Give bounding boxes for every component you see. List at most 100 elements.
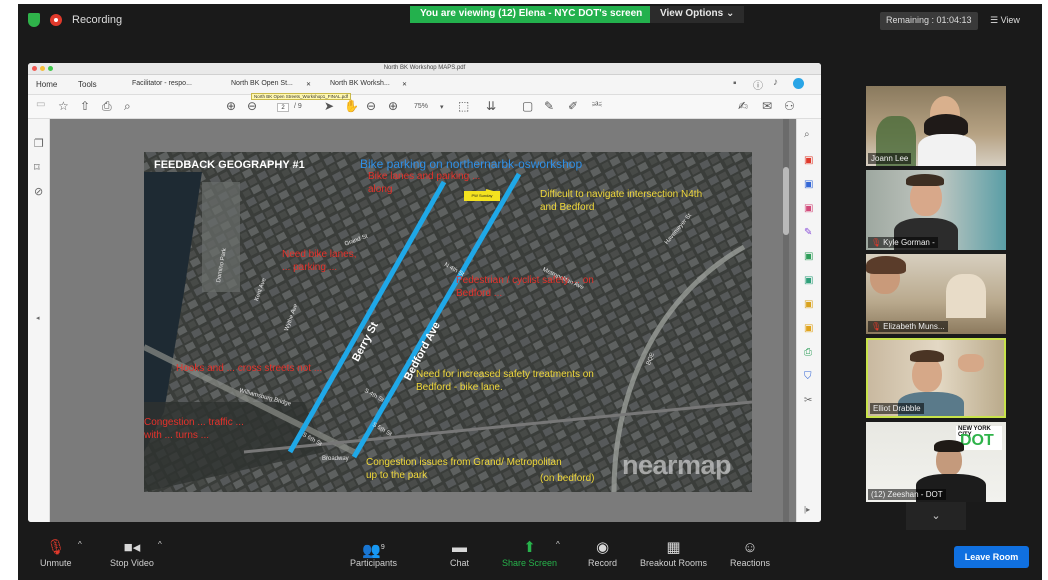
close-icon[interactable] [32, 66, 37, 71]
bottom-toolbar: 🎙 Unmute ^ ■◂ Stop Video ^ 👥9 Participan… [18, 532, 1042, 580]
breakout-rooms-button[interactable]: ▦ Breakout Rooms [640, 538, 707, 568]
highlight-pen-icon[interactable]: ✎ [544, 99, 554, 113]
recording-indicator[interactable]: Recording [28, 13, 122, 27]
participant-tile[interactable]: 🎙 Kyle Gorman - [866, 170, 1006, 250]
print-icon[interactable]: ⎙ [102, 99, 112, 114]
pdf-right-rail: ⌕ ▣ ▣ ▣ ✎ ▣ ▣ ▣ ▣ ⎙ ⛉ ✂ |▸ [796, 119, 821, 522]
comment-tool-icon[interactable]: ▣ [804, 179, 813, 190]
participant-name: Elliot Drabble [870, 403, 924, 414]
bell-icon[interactable]: ♪ [773, 77, 778, 88]
unmute-button[interactable]: 🎙 Unmute [40, 538, 72, 568]
participants-button[interactable]: 👥9 Participants [350, 538, 397, 568]
tab-north-bk-open-streets[interactable]: North BK Open St... [231, 80, 293, 87]
record-button[interactable]: ◉ Record [588, 538, 617, 568]
bookmark-icon[interactable]: ⌑ [34, 161, 40, 174]
create-pdf-icon[interactable]: ▣ [804, 155, 813, 166]
participant-tile-active-speaker[interactable]: Elliot Drabble [866, 338, 1006, 418]
muted-mic-icon: 🎙 [46, 539, 66, 556]
pages-icon[interactable]: ❐ [34, 137, 44, 150]
stop-video-button[interactable]: ■◂ Stop Video [110, 538, 154, 568]
reactions-icon: ☺ [742, 539, 758, 556]
muted-mic-icon: 🎙 [871, 238, 882, 247]
email-icon[interactable]: ✉ [762, 99, 772, 113]
share-screen-button[interactable]: ⬆ Share Screen [502, 538, 557, 568]
participant-tile[interactable]: NEW YORK CITY DOT (12) Zeeshan - DOT [866, 422, 1006, 502]
organize-pages-icon[interactable]: ▣ [804, 203, 813, 214]
share-people-icon[interactable]: ⚇ [784, 99, 795, 113]
scan-icon[interactable]: ▣ [804, 275, 813, 286]
attachment-icon[interactable]: ⊘ [34, 185, 43, 198]
pdf-scrollbar[interactable] [783, 119, 789, 522]
share-options-caret-icon[interactable]: ^ [556, 540, 560, 549]
street-label-broadway: Broadway [322, 456, 349, 462]
chat-icon: ▬ [452, 539, 467, 556]
comment-icon[interactable]: ▢ [522, 99, 533, 113]
tab-north-bk-workshop[interactable]: North BK Worksh... [330, 80, 390, 87]
bookmark-star-icon[interactable]: ☆ [58, 99, 69, 113]
annotation-red-4: Hooks and ... cross streets not ... [176, 363, 323, 374]
protect-icon[interactable]: ⛉ [804, 371, 812, 382]
upload-icon[interactable]: ⇧ [80, 99, 90, 113]
security-shield-icon[interactable] [28, 13, 40, 27]
view-button[interactable]: ☰ View [986, 12, 1024, 30]
page-number-input[interactable]: 2 [277, 103, 289, 112]
edit-pdf-icon[interactable]: ✎ [804, 227, 812, 238]
chat-bubble-icon[interactable]: ▪ [733, 78, 737, 89]
account-avatar-icon[interactable] [793, 78, 804, 89]
pdf-scroll-thumb[interactable] [783, 167, 789, 235]
map-slide: FEEDBACK GEOGRAPHY #1 Bike parking on no… [144, 152, 752, 492]
leave-room-button[interactable]: Leave Room [954, 546, 1029, 568]
gallery-next-chevron-icon[interactable]: ⌄ [906, 502, 966, 530]
page-up-icon[interactable]: ⊕ [226, 99, 236, 113]
pdf-titlebar: North BK Workshop MAPS.pdf [28, 63, 821, 75]
tab-facilitator[interactable]: Facilitator - respo... [132, 80, 192, 87]
search-icon[interactable]: ⌕ [124, 99, 131, 114]
remaining-time: Remaining : 01:04:13 [880, 12, 978, 30]
more-tools-icon[interactable]: ✂ [804, 395, 812, 406]
tab-close-icon[interactable]: ✕ [402, 81, 407, 88]
zoom-search-icon[interactable]: ⌕ [804, 129, 810, 140]
help-icon[interactable]: ⓘ [753, 77, 763, 92]
participant-tile[interactable]: 🎙 Elizabeth Muns... [866, 254, 1006, 334]
maximize-icon[interactable] [48, 66, 53, 71]
zoom-in-icon[interactable]: ⊕ [388, 99, 398, 113]
select-cursor-icon[interactable]: ➤ [324, 99, 334, 113]
tab-home[interactable]: Home [36, 80, 57, 89]
audio-options-caret-icon[interactable]: ^ [78, 540, 82, 549]
fill-sign-icon[interactable]: ▣ [804, 299, 813, 310]
export-pdf-icon[interactable]: ▣ [804, 251, 813, 262]
app-root: Recording You are viewing (12) Elena - N… [0, 0, 1048, 580]
zoom-out-icon[interactable]: ⊖ [366, 99, 376, 113]
annotation-red-1: Bike lanes and parking ... along [368, 171, 481, 195]
window-controls [32, 66, 53, 71]
top-bar: Recording You are viewing (12) Elena - N… [18, 4, 1042, 38]
send-comments-icon[interactable]: ▣ [804, 323, 813, 334]
sign-icon[interactable]: ✍ [738, 99, 748, 113]
zoom-level[interactable]: 75% [414, 103, 428, 110]
pdf-document-area[interactable]: FEEDBACK GEOGRAPHY #1 Bike parking on no… [50, 119, 796, 522]
draw-icon[interactable]: ✐ [568, 99, 578, 113]
collapse-right-icon[interactable]: |▸ [804, 505, 810, 514]
participant-tile[interactable]: Joann Lee [866, 86, 1006, 166]
video-options-caret-icon[interactable]: ^ [158, 540, 162, 549]
reactions-button[interactable]: ☺ Reactions [730, 538, 770, 568]
chat-button[interactable]: ▬ Chat [450, 538, 469, 568]
page-down-icon[interactable]: ⊖ [247, 99, 257, 113]
collapse-left-icon[interactable]: ◂ [36, 314, 40, 322]
zoom-dropdown-icon[interactable]: ▾ [440, 103, 444, 111]
recording-label: Recording [72, 14, 123, 26]
tab-close-icon[interactable]: ✕ [306, 81, 311, 88]
minimize-icon[interactable] [40, 66, 45, 71]
stamp-icon[interactable]: ⎃ [592, 99, 602, 114]
annotation-red-2: Need bike lanes, ... parking ... [282, 249, 357, 273]
save-icon[interactable]: ▭ [36, 99, 45, 110]
hand-tool-icon[interactable]: ✋ [344, 99, 359, 113]
nearmap-watermark: nearmap [622, 450, 732, 480]
print-production-icon[interactable]: ⎙ [804, 347, 812, 358]
scroll-mode-icon[interactable]: ⇊ [486, 99, 496, 113]
fit-page-icon[interactable]: ⬚ [458, 99, 469, 113]
tab-tools[interactable]: Tools [78, 80, 97, 89]
view-options-button[interactable]: View Options ⌄ [650, 6, 745, 23]
share-screen-icon: ⬆ [523, 539, 536, 556]
pdf-left-rail: ❐ ⌑ ⊘ ◂ [28, 119, 50, 522]
